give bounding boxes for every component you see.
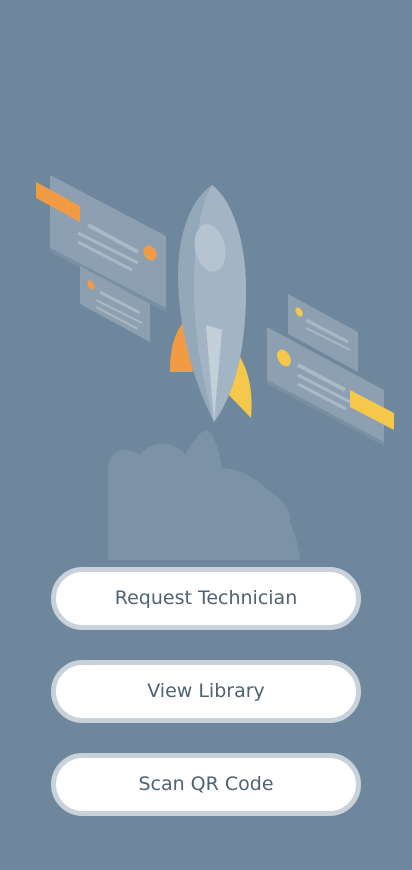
view-library-button[interactable]: View Library [51, 660, 361, 723]
action-list: Request Technician View Library Scan QR … [51, 567, 361, 846]
request-technician-button[interactable]: Request Technician [51, 567, 361, 630]
smoke-cloud [108, 430, 300, 560]
rocket-launch-illustration [36, 175, 394, 560]
scan-qr-code-button[interactable]: Scan QR Code [51, 753, 361, 816]
rocket-icon [170, 185, 252, 422]
